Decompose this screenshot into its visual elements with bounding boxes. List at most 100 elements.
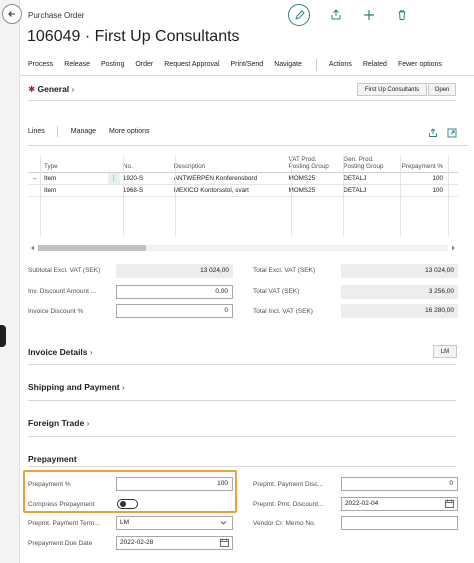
col-vat-prod-group[interactable]: VAT Prod. Posting Group — [285, 150, 341, 173]
col-prepayment-pct[interactable]: Prepayment % — [396, 150, 446, 173]
row-menu-cell[interactable] — [107, 184, 120, 197]
pencil-icon — [294, 9, 305, 20]
lines-table: Type No. Description VAT Prod. Posting G… — [28, 150, 458, 236]
table-horizontal-scrollbar[interactable] — [28, 239, 458, 251]
share-icon — [429, 128, 437, 137]
subtotal-value: 13 024,00 — [116, 264, 233, 278]
inv-discount-amount-input[interactable]: 0,00 — [116, 285, 233, 299]
plus-icon — [364, 10, 374, 20]
prepmt-pmt-discount-date-label: Prepmt. Pmt. Discount... — [253, 501, 324, 508]
col-no[interactable]: No. — [119, 150, 171, 173]
menu-release[interactable]: Release — [64, 61, 90, 68]
menu-fewer-options[interactable]: Fewer options — [398, 61, 442, 68]
prepmt-payment-disc-input[interactable]: 0 — [341, 477, 458, 491]
lines-share-button[interactable] — [428, 125, 438, 137]
row-menu-button[interactable]: ⋮ — [107, 172, 120, 185]
foreign-trade-section-header[interactable]: Foreign Trade › — [28, 418, 89, 428]
table-row-empty[interactable] — [28, 196, 458, 236]
back-button[interactable] — [2, 4, 22, 24]
page-title: 106049 · First Up Consultants — [27, 28, 240, 45]
invoice-details-section-header[interactable]: Invoice Details › — [28, 347, 93, 357]
general-divider — [28, 100, 456, 101]
prepmt-payment-terms-select[interactable]: LM — [116, 516, 233, 530]
prepayment-due-date-input[interactable]: 2022-02-28 — [116, 536, 233, 550]
lines-expand-button[interactable] — [447, 125, 457, 138]
cell-type[interactable]: Item — [40, 184, 108, 197]
trash-icon — [398, 10, 406, 20]
chevron-right-icon: › — [84, 418, 90, 428]
chevron-down-icon — [220, 521, 227, 525]
table-row[interactable]: → Item ⋮ 1920-S ANTWERPEN Konferensbord … — [28, 172, 458, 185]
edit-button[interactable] — [288, 4, 310, 26]
lines-divider — [56, 125, 58, 137]
cell-vat-group[interactable]: MOMS25 — [285, 172, 341, 185]
menu-print-send[interactable]: Print/Send — [231, 61, 264, 68]
vendor-cr-memo-input[interactable] — [341, 516, 458, 530]
lines-title: Lines — [28, 127, 45, 135]
total-vat-label: Total VAT (SEK) — [253, 288, 300, 295]
cell-description[interactable]: MEXICO Kontorsstol, svart — [170, 184, 286, 197]
menu-posting[interactable]: Posting — [101, 61, 124, 68]
prepmt-payment-disc-label: Prepmt. Payment Disc... — [253, 481, 324, 488]
vendor-cr-memo-label: Vendor Cr. Memo No. — [253, 520, 316, 527]
foreign-trade-divider — [28, 436, 456, 437]
page-caption: Purchase Order — [28, 11, 85, 20]
cell-prepayment[interactable]: 100 — [396, 172, 446, 185]
side-panel-handle[interactable] — [0, 325, 6, 347]
cell-type[interactable]: Item — [40, 172, 108, 185]
required-icon: ✱ — [28, 84, 36, 94]
payment-terms-chip[interactable]: LM — [433, 345, 457, 358]
calendar-icon[interactable] — [445, 499, 454, 508]
prepayment-section-header[interactable]: Prepayment — [28, 454, 77, 464]
cell-no[interactable]: 1968-S — [119, 184, 171, 197]
inv-discount-amount-label: Inv. Discount Amount ... — [28, 288, 97, 295]
prepayment-pct-label: Prepayment % — [28, 481, 71, 488]
grid-vline — [123, 156, 124, 236]
lines-more-options[interactable]: More options — [109, 128, 149, 135]
page-actions — [288, 4, 409, 26]
menu-request-approval[interactable]: Request Approval — [164, 61, 219, 68]
menu-process[interactable]: Process — [28, 61, 53, 68]
shipping-payment-section-header[interactable]: Shipping and Payment › — [28, 382, 125, 392]
cell-vat-group[interactable]: MOMS25 — [285, 184, 341, 197]
invoice-discount-pct-input[interactable]: 0 — [116, 304, 233, 318]
status-chip[interactable]: Open — [428, 83, 456, 96]
cell-gen-group[interactable]: DETALJ — [340, 184, 397, 197]
lines-manage[interactable]: Manage — [71, 128, 96, 135]
grid-vline — [448, 156, 449, 236]
compress-prepayment-toggle[interactable] — [117, 499, 138, 509]
delete-button[interactable] — [395, 8, 409, 22]
new-button[interactable] — [362, 8, 376, 22]
chevron-right-icon: › — [69, 84, 75, 94]
table-row[interactable]: Item 1968-S MEXICO Kontorsstol, svart MO… — [28, 184, 458, 197]
menu-actions[interactable]: Actions — [329, 61, 352, 68]
menu-related[interactable]: Related — [363, 61, 387, 68]
cell-prepayment[interactable]: 100 — [396, 184, 446, 197]
col-type[interactable]: Type — [40, 150, 108, 173]
compress-prepayment-label: Compress Prepayment — [28, 501, 95, 508]
menu-navigate[interactable]: Navigate — [274, 61, 302, 68]
calendar-icon[interactable] — [220, 538, 229, 547]
vendor-name-chip[interactable]: First Up Consultants — [357, 83, 427, 96]
shipping-divider — [28, 400, 456, 401]
subtotal-label: Subtotal Excl. VAT (SEK) — [28, 267, 101, 274]
menu-order[interactable]: Order — [135, 61, 153, 68]
grid-vline — [40, 156, 41, 236]
grid-vline — [175, 156, 176, 236]
share-icon — [331, 9, 341, 20]
col-description[interactable]: Description — [170, 150, 286, 173]
prepmt-pmt-discount-date-input[interactable]: 2022-02-04 — [341, 497, 458, 511]
share-button[interactable] — [329, 8, 343, 22]
cell-gen-group[interactable]: DETALJ — [340, 172, 397, 185]
general-section-header[interactable]: ✱ General › — [28, 84, 74, 95]
grid-vline — [400, 156, 401, 236]
row-menu-header — [107, 150, 120, 173]
col-gen-prod-group[interactable]: Gen. Prod. Posting Group — [340, 150, 397, 173]
expand-icon — [447, 128, 457, 138]
cell-no[interactable]: 1920-S — [119, 172, 171, 185]
menu-divider-line — [20, 75, 474, 76]
lines-toolbar: Lines Manage More options — [28, 124, 468, 138]
prepayment-pct-input[interactable]: 100 — [116, 477, 233, 491]
cell-description[interactable]: ANTWERPEN Konferensbord — [170, 172, 286, 185]
action-menu-bar: Process Release Posting Order Request Ap… — [20, 56, 474, 73]
